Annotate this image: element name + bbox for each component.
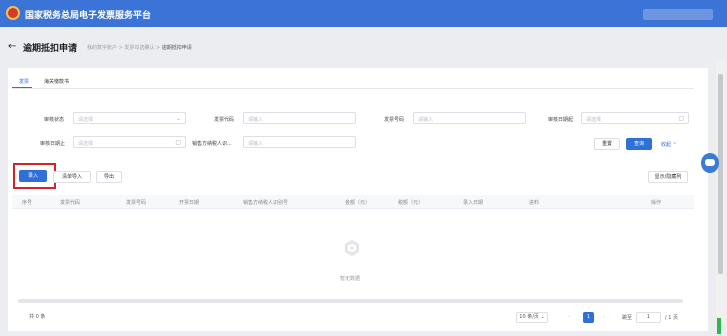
collapse-link[interactable]: 收起 ⌃ [661,141,677,148]
audit-date-to-picker[interactable]: 请选择 ▢ [73,136,186,148]
user-account-box[interactable] [643,9,713,20]
chevron-down-icon: ⌄ [540,314,545,320]
audit-status-placeholder: 请选择 [78,117,94,123]
scrollbar-thumb[interactable] [718,74,723,274]
breadcrumb-current: 逾期抵扣申请 [161,45,192,51]
calendar-icon: ▢ [175,139,181,146]
breadcrumb: 我的数字账户 > 发票勾选确认 > 逾期抵扣申请 [87,44,192,51]
invoice-number-label: 发票号码 [384,117,405,123]
tab-customs-payment[interactable]: 海关缴款书 [44,78,69,85]
column-header: 税额（元） [398,200,424,206]
invoice-number-input[interactable]: 请输入 [413,112,526,124]
horizontal-scrollbar[interactable] [18,299,683,303]
column-header: 发票号码 [126,200,147,206]
column-header: 进料 [529,200,540,206]
total-count: 共 0 条 [29,314,46,320]
side-widget-bar[interactable] [717,318,721,334]
goto-page-input[interactable]: 1 [636,312,661,323]
invoice-code-label: 发票代码 [214,117,235,123]
goto-label: 跳至 [622,315,633,321]
assistant-robot-icon[interactable] [701,153,719,173]
column-header: 金额（元） [345,200,371,206]
tab-divider [12,88,694,89]
page-title: 逾期抵扣申请 [23,44,78,54]
page-count-text: / 1 页 [665,315,679,321]
page-size-select[interactable]: 10 条/页 ⌄ [516,312,548,323]
audit-date-to-placeholder: 请选择 [78,141,94,147]
column-header: 操作 [651,200,662,206]
collapse-label: 收起 [661,142,672,148]
page-number-button[interactable]: 1 [583,312,594,323]
back-arrow-icon[interactable]: ← [8,41,16,52]
column-header: 录入日期 [463,200,484,206]
list-import-button[interactable]: 清单导入 [53,171,91,183]
export-button[interactable]: 导出 [96,171,122,183]
invoice-code-placeholder: 请输入 [248,117,264,123]
entry-button[interactable]: 录入 [19,170,47,182]
tab-invoice[interactable]: 发票 [19,78,29,85]
empty-box-icon [344,239,360,257]
audit-date-from-picker[interactable]: 请选择 ▢ [581,112,689,124]
vertical-scrollbar[interactable] [716,60,725,325]
reset-button[interactable]: 重置 [594,138,620,150]
column-header: 销售方纳税人识别号 [243,200,289,206]
breadcrumb-item[interactable]: 发票勾选确认 [124,45,154,51]
audit-date-from-placeholder: 请选择 [586,117,602,123]
query-button[interactable]: 查询 [626,138,652,150]
invoice-number-placeholder: 请输入 [418,117,434,123]
page-size-value: 10 条/页 [519,314,539,320]
column-header: 序号 [22,200,33,206]
show-hide-columns-button[interactable]: 显示/隐藏列 [648,171,688,183]
audit-date-to-label: 审核日期止 [40,141,66,147]
empty-state-text: 暂无数据 [340,276,361,282]
seller-tax-id-label: 销售方纳税人识... [192,141,232,147]
seller-tax-id-input[interactable]: 请输入 [243,136,356,148]
invoice-code-input[interactable]: 请输入 [243,112,356,124]
chevron-right-icon[interactable]: › [603,314,605,320]
tax-bureau-logo-icon [6,6,20,20]
audit-date-from-label: 审核日期起 [548,117,574,123]
audit-status-label: 审核状态 [44,117,65,123]
column-header: 开票日期 [179,200,200,206]
app-title: 国家税务总局电子发票服务平台 [25,11,152,21]
breadcrumb-item[interactable]: 我的数字账户 [87,45,117,51]
chevron-up-icon: ⌃ [672,142,677,148]
top-bar: 国家税务总局电子发票服务平台 [0,0,727,27]
seller-tax-id-placeholder: 请输入 [248,141,264,147]
chevron-down-icon: ⌄ [175,115,181,122]
chevron-left-icon[interactable]: ‹ [568,314,570,320]
column-header: 发票代码 [60,200,81,206]
audit-status-select[interactable]: 请选择 ⌄ [73,112,186,124]
calendar-icon: ▢ [678,115,684,122]
